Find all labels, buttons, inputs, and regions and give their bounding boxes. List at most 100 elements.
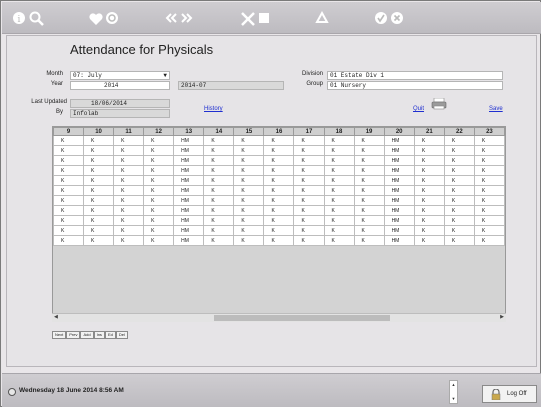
attendance-cell[interactable]: K [293, 215, 325, 226]
attendance-cell[interactable]: K [143, 205, 175, 216]
heart-icon[interactable] [88, 11, 104, 27]
attendance-cell[interactable]: K [323, 145, 355, 156]
attendance-cell[interactable]: K [353, 195, 385, 206]
attendance-cell[interactable]: K [113, 135, 145, 146]
attendance-cell[interactable]: K [83, 205, 115, 216]
cancel-icon[interactable] [390, 11, 406, 27]
attendance-cell[interactable]: K [143, 195, 175, 206]
attendance-cell[interactable]: K [143, 145, 175, 156]
attendance-cell[interactable]: K [113, 235, 145, 246]
attendance-cell[interactable]: K [323, 135, 355, 146]
attendance-cell[interactable]: K [203, 225, 235, 236]
attendance-cell[interactable]: K [83, 185, 115, 196]
attendance-cell[interactable]: K [203, 135, 235, 146]
attendance-cell[interactable]: K [233, 135, 265, 146]
attendance-cell[interactable]: HM [383, 135, 415, 146]
attendance-cell[interactable]: K [353, 185, 385, 196]
attendance-cell[interactable]: K [83, 225, 115, 236]
attendance-cell[interactable]: K [413, 145, 445, 156]
attendance-cell[interactable]: K [323, 195, 355, 206]
attendance-cell[interactable]: K [353, 215, 385, 226]
attendance-cell[interactable]: K [143, 165, 175, 176]
confirm-icon[interactable] [374, 11, 390, 27]
attendance-cell[interactable]: K [353, 175, 385, 186]
attendance-cell[interactable]: K [143, 135, 175, 146]
attendance-cell[interactable]: K [323, 215, 355, 226]
attendance-cell[interactable]: K [143, 215, 175, 226]
attendance-cell[interactable]: K [83, 155, 115, 166]
attendance-cell[interactable]: K [293, 205, 325, 216]
attendance-cell[interactable]: K [323, 225, 355, 236]
ins-row-button[interactable]: Ins [93, 331, 105, 339]
attendance-cell[interactable]: K [473, 225, 505, 236]
status-scrollbar[interactable]: ▲ ▼ [449, 380, 458, 404]
attendance-cell[interactable]: K [83, 215, 115, 226]
attendance-cell[interactable]: K [323, 185, 355, 196]
attendance-cell[interactable]: K [113, 175, 145, 186]
attendance-cell[interactable]: K [263, 195, 295, 206]
search-icon[interactable] [29, 11, 45, 27]
attendance-cell[interactable]: K [353, 225, 385, 236]
attendance-cell[interactable]: K [353, 155, 385, 166]
attendance-cell[interactable]: K [413, 185, 445, 196]
attendance-cell[interactable]: K [473, 185, 505, 196]
attendance-cell[interactable]: K [473, 135, 505, 146]
attendance-cell[interactable]: K [83, 145, 115, 156]
attendance-cell[interactable]: K [323, 175, 355, 186]
scrollbar-thumb[interactable] [214, 315, 390, 321]
attendance-cell[interactable]: K [323, 155, 355, 166]
attendance-cell[interactable]: K [413, 195, 445, 206]
attendance-cell[interactable]: K [413, 205, 445, 216]
attendance-cell[interactable]: K [143, 225, 175, 236]
attendance-cell[interactable]: K [53, 235, 85, 246]
attendance-cell[interactable]: K [443, 155, 475, 166]
attendance-cell[interactable]: K [203, 175, 235, 186]
del-row-button[interactable]: Del [115, 331, 128, 339]
attendance-cell[interactable]: K [473, 215, 505, 226]
attendance-cell[interactable]: K [53, 175, 85, 186]
attendance-cell[interactable]: K [473, 195, 505, 206]
attendance-cell[interactable]: K [413, 215, 445, 226]
attendance-cell[interactable]: K [323, 235, 355, 246]
attendance-cell[interactable]: K [473, 235, 505, 246]
attendance-cell[interactable]: K [83, 165, 115, 176]
attendance-cell[interactable]: K [413, 235, 445, 246]
attendance-cell[interactable]: HM [173, 185, 205, 196]
attendance-cell[interactable]: K [473, 155, 505, 166]
attendance-cell[interactable]: K [443, 185, 475, 196]
attendance-cell[interactable]: K [233, 175, 265, 186]
attendance-cell[interactable]: K [413, 135, 445, 146]
attendance-cell[interactable]: K [113, 205, 145, 216]
attendance-cell[interactable]: K [233, 155, 265, 166]
attendance-cell[interactable]: HM [173, 215, 205, 226]
attendance-cell[interactable]: K [233, 225, 265, 236]
attendance-cell[interactable]: K [353, 165, 385, 176]
attendance-cell[interactable]: K [293, 185, 325, 196]
attendance-cell[interactable]: K [233, 235, 265, 246]
attendance-cell[interactable]: K [293, 165, 325, 176]
attendance-cell[interactable]: HM [383, 185, 415, 196]
attendance-cell[interactable]: K [203, 165, 235, 176]
attendance-cell[interactable]: K [203, 155, 235, 166]
attendance-cell[interactable]: K [263, 135, 295, 146]
attendance-cell[interactable]: K [113, 155, 145, 166]
attendance-cell[interactable]: K [113, 225, 145, 236]
attendance-cell[interactable]: K [83, 135, 115, 146]
attendance-cell[interactable]: HM [383, 165, 415, 176]
attendance-cell[interactable]: K [203, 185, 235, 196]
attendance-cell[interactable]: HM [173, 145, 205, 156]
attendance-cell[interactable]: K [53, 225, 85, 236]
attendance-cell[interactable]: K [113, 195, 145, 206]
history-link[interactable]: History [204, 106, 223, 112]
attendance-cell[interactable]: HM [383, 195, 415, 206]
attendance-cell[interactable]: HM [383, 235, 415, 246]
attendance-cell[interactable]: K [113, 185, 145, 196]
attendance-cell[interactable]: K [263, 225, 295, 236]
attendance-cell[interactable]: K [443, 205, 475, 216]
division-field[interactable]: 01 Estate Div 1 [327, 71, 503, 80]
scroll-right-icon[interactable]: ▶ [500, 314, 504, 320]
attendance-cell[interactable]: K [293, 155, 325, 166]
attendance-cell[interactable]: HM [173, 205, 205, 216]
prev-row-button[interactable]: Prev [66, 331, 81, 339]
attendance-cell[interactable]: K [263, 205, 295, 216]
